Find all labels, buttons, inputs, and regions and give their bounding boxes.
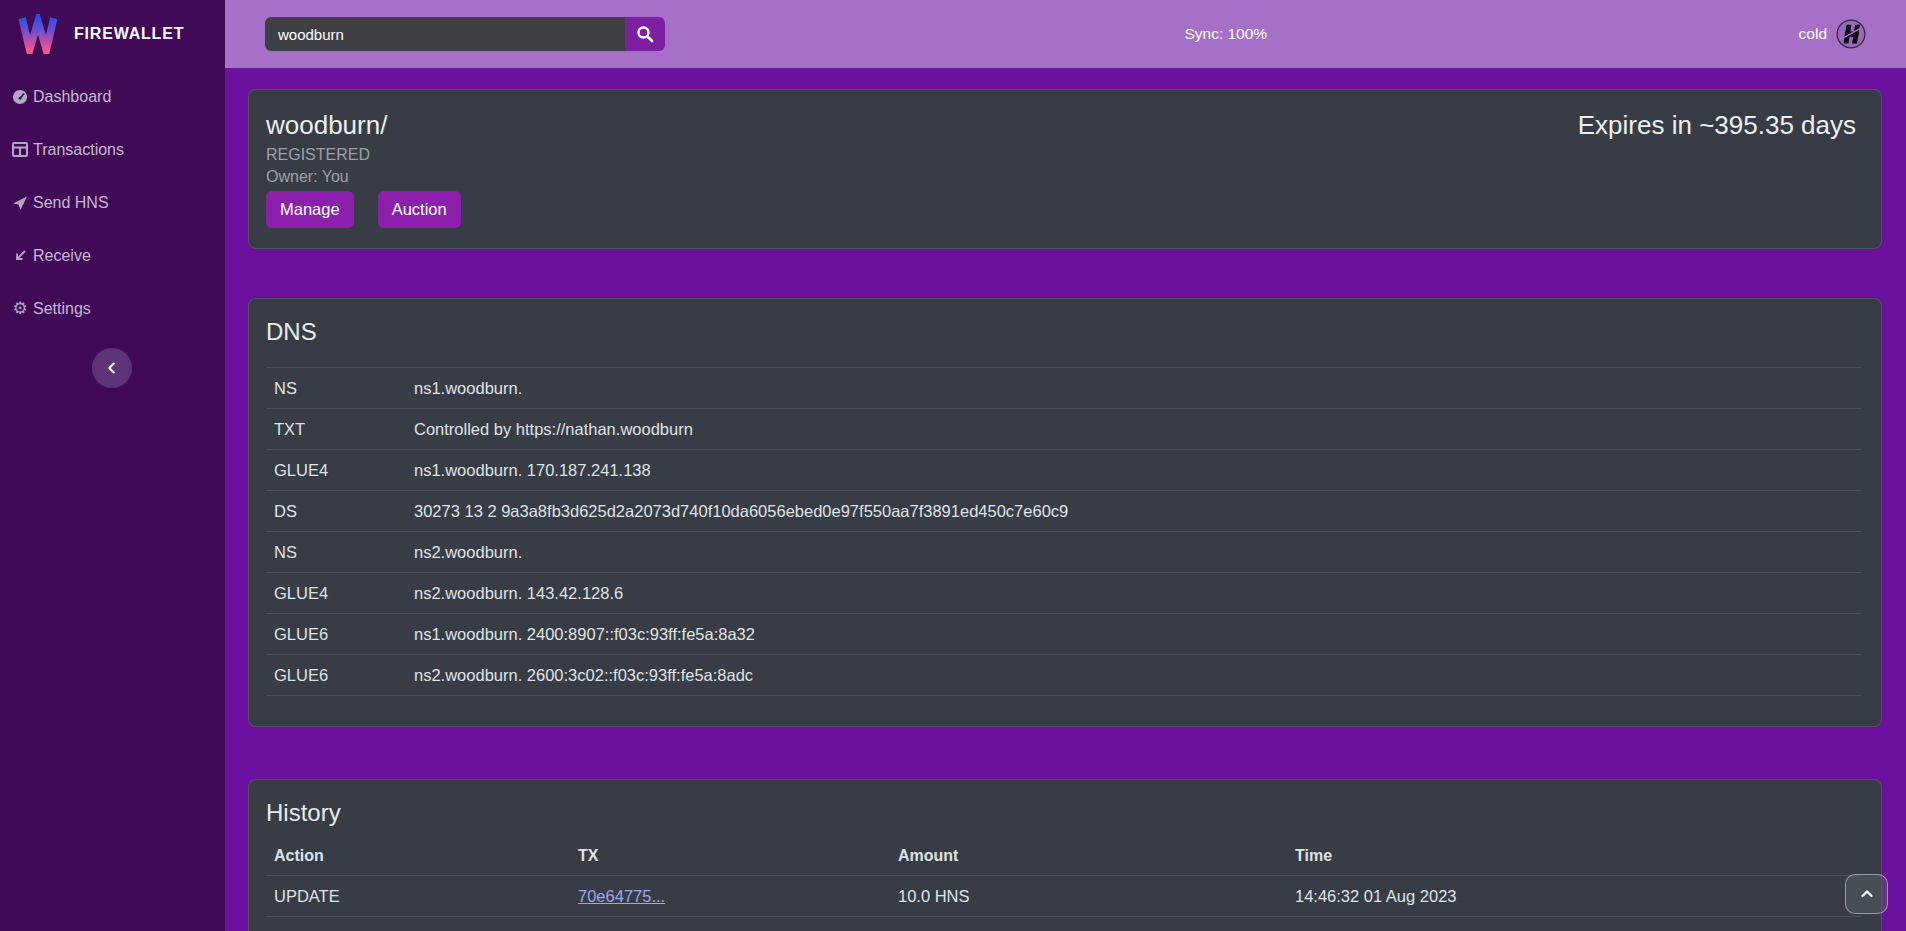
scroll-to-top-button[interactable] (1845, 874, 1888, 914)
domain-status: REGISTERED (266, 146, 461, 164)
dns-record-row: GLUE4ns2.woodburn. 143.42.128.6 (266, 573, 1861, 614)
transactions-icon (12, 142, 28, 157)
dns-record-row: GLUE6ns2.woodburn. 2600:3c02::f03c:93ff:… (266, 655, 1861, 696)
dashboard-icon (12, 89, 28, 105)
history-col-action: Action (266, 835, 570, 876)
auction-button[interactable]: Auction (378, 191, 461, 228)
tx-link[interactable]: 4f6e2186... (578, 928, 661, 931)
dns-record-type: GLUE6 (266, 655, 406, 696)
history-amount: 10.0 HNS (890, 876, 1287, 917)
wallet-name: cold (1799, 25, 1827, 43)
history-card: History Action TX Amount Time UPDATE 70e… (248, 779, 1882, 931)
history-row: REVEAL 4f6e2186... 10.0 HNS 15:45:36 27 … (266, 917, 1861, 931)
dns-record-type: NS (266, 368, 406, 409)
brand: FIREWALLET (0, 0, 225, 68)
receive-icon (12, 248, 28, 263)
send-icon (12, 195, 28, 211)
dns-record-type: DS (266, 491, 406, 532)
dns-record-value: ns2.woodburn. 143.42.128.6 (406, 573, 1861, 614)
history-title: History (266, 800, 1861, 826)
dns-record-row: GLUE6ns1.woodburn. 2400:8907::f03c:93ff:… (266, 614, 1861, 655)
dns-record-type: TXT (266, 409, 406, 450)
wallet-indicator[interactable]: cold (1799, 19, 1866, 49)
dns-record-row: NSns1.woodburn. (266, 368, 1861, 409)
dns-title: DNS (266, 319, 1861, 345)
sidebar-item-label: Settings (33, 300, 91, 318)
dns-record-value: ns1.woodburn. 170.187.241.138 (406, 450, 1861, 491)
history-col-time: Time (1287, 835, 1861, 876)
history-header-row: Action TX Amount Time (266, 835, 1861, 876)
domain-expiry: Expires in ~395.35 days (1578, 110, 1856, 248)
sidebar-nav: Dashboard Transactions Send HNS Receive … (0, 70, 225, 335)
sidebar-item-label: Receive (33, 247, 91, 265)
settings-gear-icon: ⚙ (12, 300, 28, 317)
dns-table: NSns1.woodburn. TXTControlled by https:/… (266, 367, 1861, 696)
search-input[interactable] (265, 17, 625, 51)
sync-status: Sync: 100% (659, 25, 1793, 43)
dns-record-row: GLUE4ns1.woodburn. 170.187.241.138 (266, 450, 1861, 491)
dns-record-type: GLUE4 (266, 450, 406, 491)
chevron-left-icon (104, 360, 120, 376)
domain-owner: Owner: You (266, 168, 461, 186)
history-col-amount: Amount (890, 835, 1287, 876)
brand-name: FIREWALLET (74, 25, 184, 43)
dns-record-row: TXTControlled by https://nathan.woodburn (266, 409, 1861, 450)
history-action: REVEAL (266, 917, 570, 931)
dns-record-row: DS30273 13 2 9a3a8fb3d625d2a2073d740f10d… (266, 491, 1861, 532)
dns-record-type: NS (266, 532, 406, 573)
tx-link[interactable]: 70e64775... (578, 887, 665, 905)
dns-record-type: GLUE6 (266, 614, 406, 655)
handshake-logo-icon (1836, 19, 1866, 49)
sidebar-item-settings[interactable]: ⚙ Settings (0, 282, 225, 335)
topbar: Sync: 100% cold (225, 0, 1906, 68)
history-table: Action TX Amount Time UPDATE 70e64775...… (266, 835, 1861, 931)
sidebar-item-dashboard[interactable]: Dashboard (0, 70, 225, 123)
domain-card: woodburn/ REGISTERED Owner: You Manage A… (248, 89, 1882, 249)
firewallet-logo-icon (16, 14, 60, 54)
sidebar-item-transactions[interactable]: Transactions (0, 123, 225, 176)
history-time: 15:45:36 27 Jul 2023 (1287, 917, 1861, 931)
history-action: UPDATE (266, 876, 570, 917)
sidebar-item-receive[interactable]: Receive (0, 229, 225, 282)
main-content: woodburn/ REGISTERED Owner: You Manage A… (225, 68, 1906, 931)
dns-record-value: 30273 13 2 9a3a8fb3d625d2a2073d740f10da6… (406, 491, 1861, 532)
history-time: 14:46:32 01 Aug 2023 (1287, 876, 1861, 917)
dns-record-row: NSns2.woodburn. (266, 532, 1861, 573)
dns-record-value: ns2.woodburn. 2600:3c02::f03c:93ff:fe5a:… (406, 655, 1861, 696)
manage-button[interactable]: Manage (266, 191, 354, 228)
sidebar: FIREWALLET Dashboard Transactions Send H… (0, 0, 225, 931)
sidebar-item-label: Transactions (33, 141, 124, 159)
sidebar-item-label: Dashboard (33, 88, 111, 106)
search-icon (636, 25, 654, 43)
dns-record-value: Controlled by https://nathan.woodburn (406, 409, 1861, 450)
history-col-tx: TX (570, 835, 890, 876)
search-group (265, 17, 665, 51)
sidebar-item-send-hns[interactable]: Send HNS (0, 176, 225, 229)
dns-card: DNS NSns1.woodburn. TXTControlled by htt… (248, 298, 1882, 727)
history-amount: 10.0 HNS (890, 917, 1287, 931)
chevron-up-icon (1858, 885, 1876, 903)
sidebar-collapse-button[interactable] (92, 348, 132, 388)
dns-record-type: GLUE4 (266, 573, 406, 614)
history-row: UPDATE 70e64775... 10.0 HNS 14:46:32 01 … (266, 876, 1861, 917)
domain-name: woodburn/ (266, 110, 461, 141)
sidebar-item-label: Send HNS (33, 194, 109, 212)
dns-record-value: ns2.woodburn. (406, 532, 1861, 573)
dns-record-value: ns1.woodburn. (406, 368, 1861, 409)
dns-record-value: ns1.woodburn. 2400:8907::f03c:93ff:fe5a:… (406, 614, 1861, 655)
